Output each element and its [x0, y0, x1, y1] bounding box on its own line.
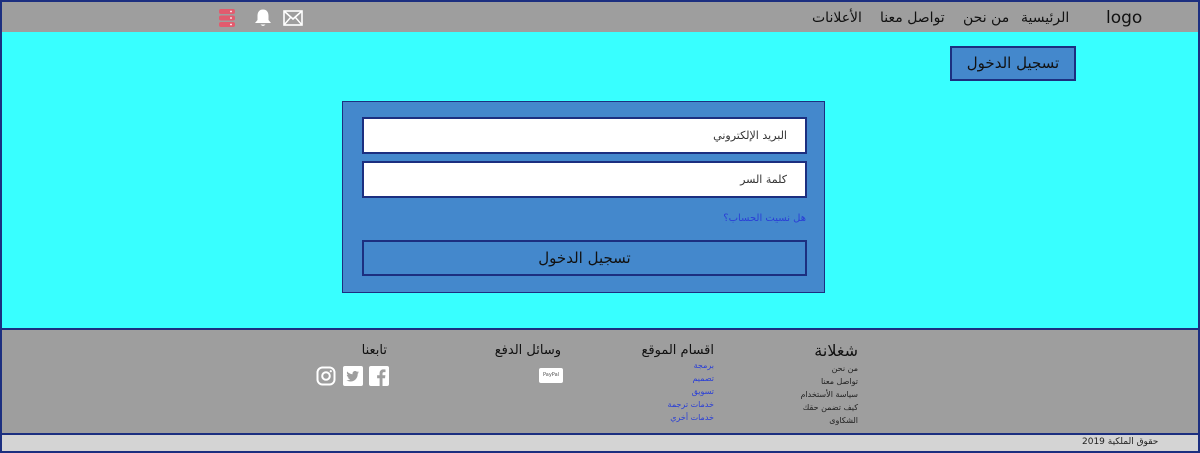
site-footer: شغلانة من نحن تواصل معنا سياسة الأستخدام…	[0, 330, 1200, 433]
mail-icon[interactable]	[282, 8, 304, 28]
login-form: البريد الإلكتروني كلمة السر هل نسيت الحس…	[342, 101, 825, 293]
footer-link-design[interactable]: تصميم	[641, 372, 714, 385]
logo[interactable]: logo	[1106, 8, 1142, 28]
footer-link-other[interactable]: خدمات أخري	[641, 411, 714, 424]
nav-home[interactable]: الرئيسية	[1021, 10, 1069, 26]
twitter-icon[interactable]	[343, 366, 363, 386]
site-header: logo الرئيسية من نحن تواصل معنا الأعلانا…	[0, 0, 1200, 34]
email-field[interactable]: البريد الإلكتروني	[362, 117, 807, 154]
footer-link-programming[interactable]: برمجة	[641, 359, 714, 372]
paypal-icon: PayPal	[539, 368, 563, 383]
nav-contact[interactable]: تواصل معنا	[880, 10, 945, 26]
copyright-text: حقوق الملكية 2019	[1082, 437, 1159, 447]
footer-sections-title: اقسام الموقع	[641, 343, 714, 358]
nav-about[interactable]: من نحن	[963, 10, 1009, 26]
database-icon[interactable]	[216, 8, 238, 28]
main-content: تسجيل الدخول البريد الإلكتروني كلمة السر…	[0, 32, 1200, 330]
footer-brand-title: شغلانة	[814, 341, 858, 360]
footer-link-contact[interactable]: تواصل معنا	[800, 375, 858, 388]
footer-follow-title: تابعنا	[361, 343, 387, 358]
forgot-account-link[interactable]: هل نسيت الحساب؟	[723, 213, 806, 224]
nav-ads[interactable]: الأعلانات	[812, 10, 862, 26]
footer-link-marketing[interactable]: تسويق	[641, 385, 714, 398]
footer-link-policy[interactable]: سياسة الأستخدام	[800, 388, 858, 401]
footer-link-about[interactable]: من نحن	[800, 362, 858, 375]
footer-link-complaints[interactable]: الشكاوى	[800, 414, 858, 427]
footer-link-rights[interactable]: كيف تضمن حقك	[800, 401, 858, 414]
footer-brand-column: شغلانة من نحن تواصل معنا سياسة الأستخدام…	[800, 341, 858, 427]
footer-payment-column: وسائل الدفع	[495, 343, 561, 358]
footer-payment-title: وسائل الدفع	[494, 343, 561, 358]
login-submit-button[interactable]: تسجيل الدخول	[362, 240, 807, 276]
password-field[interactable]: كلمة السر	[362, 161, 807, 198]
bell-icon[interactable]	[252, 8, 274, 28]
copyright-bar: حقوق الملكية 2019	[0, 433, 1200, 453]
facebook-icon[interactable]	[369, 366, 389, 386]
instagram-icon[interactable]	[316, 366, 336, 386]
footer-sections-column: اقسام الموقع برمجة تصميم تسويق خدمات ترج…	[641, 343, 714, 424]
footer-follow-column: تابعنا	[362, 343, 387, 358]
header-login-button[interactable]: تسجيل الدخول	[950, 46, 1076, 81]
footer-link-translation[interactable]: خدمات ترجمة	[641, 398, 714, 411]
